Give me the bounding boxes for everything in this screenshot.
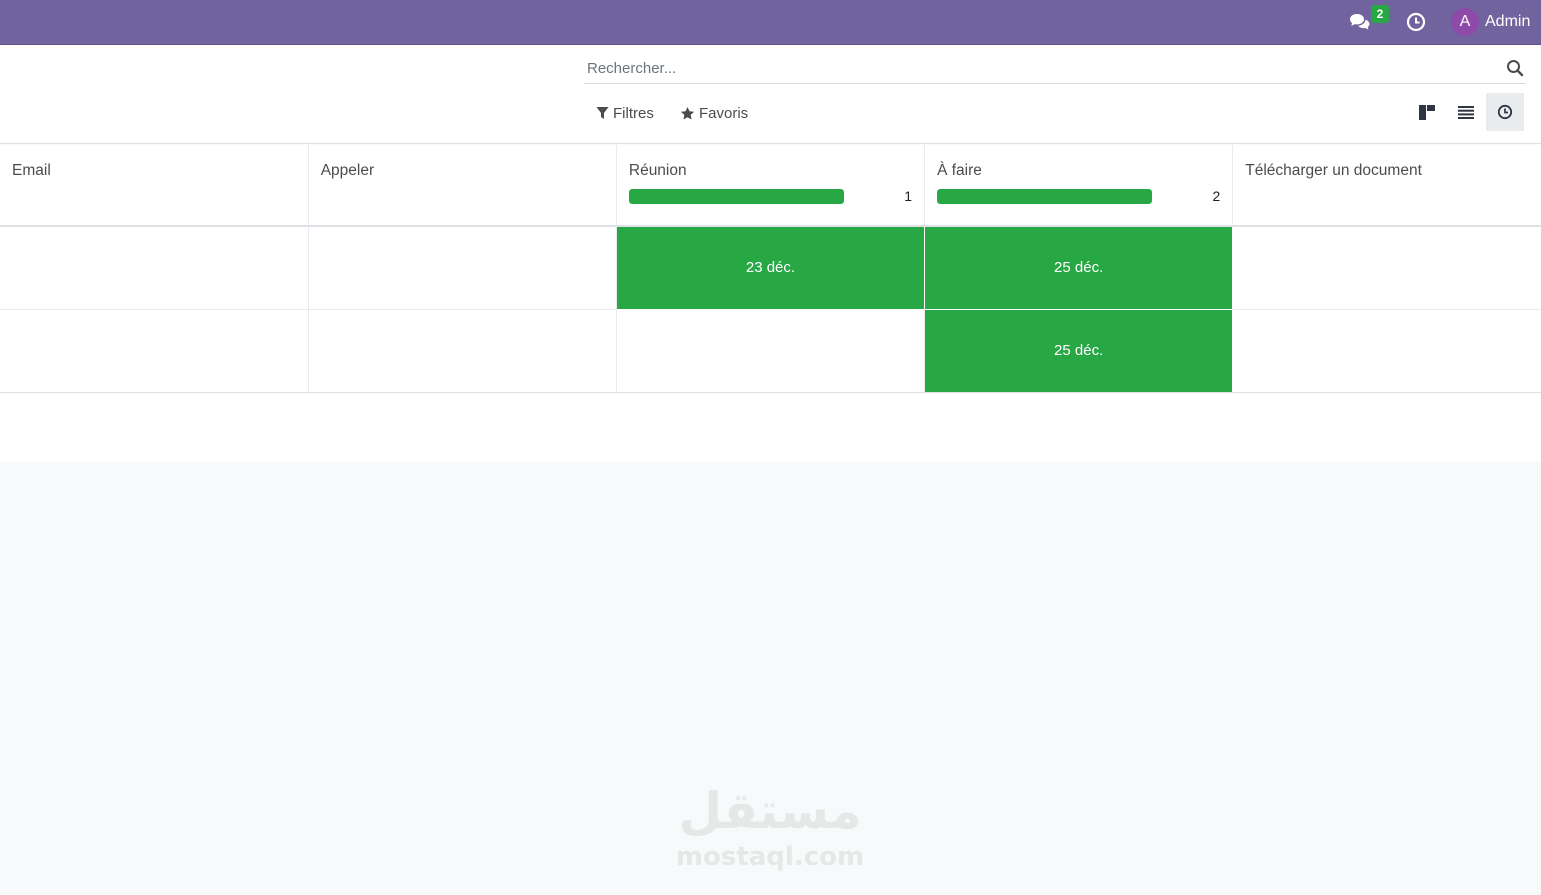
search-icon[interactable] bbox=[1506, 59, 1524, 77]
column-progress: 2 bbox=[937, 188, 1220, 204]
progress-fill bbox=[937, 188, 1153, 204]
activity-view: Email Appeler Réunion 1 À faire 2 Téléch… bbox=[0, 145, 1541, 462]
search-input[interactable] bbox=[584, 53, 1484, 83]
filter-icon bbox=[596, 107, 609, 119]
column-title: À faire bbox=[937, 162, 982, 179]
activity-cell[interactable] bbox=[308, 226, 617, 310]
progress-bar[interactable] bbox=[937, 188, 1153, 204]
activity-cell[interactable] bbox=[0, 309, 309, 393]
list-view-button[interactable] bbox=[1447, 93, 1485, 131]
search-bar bbox=[584, 53, 1526, 84]
column-header-meeting: Réunion 1 bbox=[616, 145, 926, 227]
messages-menu[interactable]: 2 bbox=[1349, 0, 1389, 44]
activity-cell-planned[interactable]: 25 déc. bbox=[924, 226, 1234, 310]
progress-fill bbox=[628, 188, 844, 204]
column-header-upload-document: Télécharger un document bbox=[1232, 145, 1541, 227]
activity-table: Email Appeler Réunion 1 À faire 2 Téléch… bbox=[0, 145, 1541, 393]
column-title: Email bbox=[12, 162, 51, 179]
user-menu[interactable]: A Admin bbox=[1451, 0, 1541, 44]
top-navbar: 2 A Admin bbox=[0, 0, 1541, 45]
user-name: Admin bbox=[1485, 13, 1531, 30]
watermark-arabic: مستقل bbox=[678, 782, 862, 840]
filters-button[interactable]: Filtres bbox=[596, 100, 654, 126]
messages-badge: 2 bbox=[1371, 5, 1389, 23]
table-row: 23 déc. 25 déc. bbox=[0, 226, 1541, 310]
table-row: 25 déc. bbox=[0, 309, 1541, 393]
avatar: A bbox=[1451, 8, 1479, 36]
column-title: Télécharger un document bbox=[1245, 162, 1422, 179]
activity-cell[interactable] bbox=[308, 309, 617, 393]
column-header-todo: À faire 2 bbox=[924, 145, 1234, 227]
chat-icon bbox=[1350, 14, 1370, 30]
filters-label: Filtres bbox=[613, 104, 654, 122]
list-icon bbox=[1458, 105, 1474, 119]
watermark: مستقل mostaql.com bbox=[670, 780, 870, 880]
kanban-view-button[interactable] bbox=[1408, 93, 1446, 131]
column-header-call: Appeler bbox=[308, 145, 617, 227]
clock-icon bbox=[1406, 12, 1426, 32]
column-title: Appeler bbox=[320, 162, 375, 179]
watermark-latin: mostaql.com bbox=[675, 842, 865, 872]
activities-menu[interactable] bbox=[1406, 0, 1430, 44]
activity-cell[interactable] bbox=[616, 309, 926, 393]
column-progress: 1 bbox=[628, 188, 913, 204]
favorites-button[interactable]: Favoris bbox=[680, 100, 748, 126]
star-icon bbox=[680, 106, 695, 119]
activity-cell[interactable] bbox=[1232, 309, 1541, 393]
progress-bar[interactable] bbox=[628, 188, 844, 204]
table-header-row: Email Appeler Réunion 1 À faire 2 Téléch… bbox=[0, 145, 1541, 227]
activity-view-button[interactable] bbox=[1486, 93, 1524, 131]
activity-cell[interactable] bbox=[0, 226, 309, 310]
column-title: Réunion bbox=[628, 162, 687, 179]
column-header-email: Email bbox=[0, 145, 309, 227]
favorites-label: Favoris bbox=[699, 104, 749, 122]
activity-icon bbox=[1497, 104, 1513, 120]
activity-cell[interactable] bbox=[1232, 226, 1541, 310]
activity-cell-planned[interactable]: 23 déc. bbox=[616, 226, 926, 310]
progress-count: 2 bbox=[1212, 188, 1221, 204]
progress-count: 1 bbox=[904, 188, 913, 204]
kanban-icon bbox=[1419, 104, 1435, 120]
control-panel: Filtres Favoris bbox=[0, 45, 1541, 144]
activity-cell-planned[interactable]: 25 déc. bbox=[924, 309, 1234, 393]
